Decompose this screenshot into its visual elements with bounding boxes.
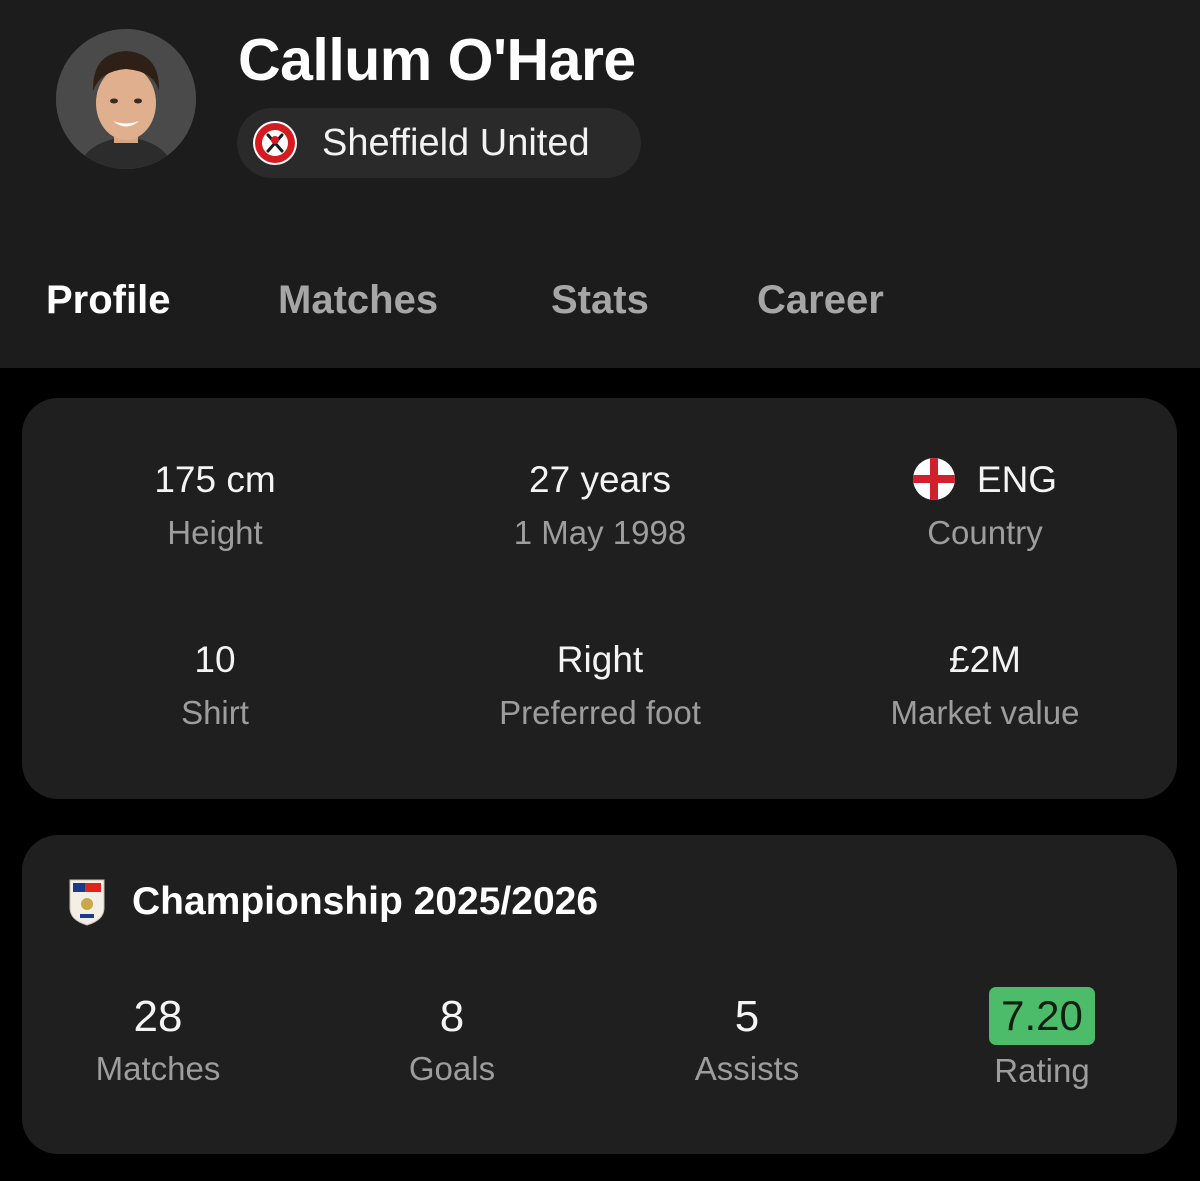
- matches-label: Matches: [95, 1050, 221, 1087]
- assists-value: 5: [734, 992, 760, 1041]
- assists-stat: 5 Assists: [617, 991, 877, 1089]
- sheffield-united-crest-icon: [253, 121, 297, 165]
- goals-value: 8: [439, 992, 465, 1041]
- tab-profile[interactable]: Profile: [46, 272, 170, 328]
- matches-stat: 28 Matches: [28, 991, 288, 1089]
- tab-bar: Profile Matches Stats Career: [0, 272, 1200, 332]
- player-header: Callum O'Hare Sheffield United Profile M…: [0, 0, 1200, 368]
- height-label: Height: [167, 514, 263, 551]
- player-info-card: 175 cm Height 27 years 1 May 1998 ENG Co…: [22, 398, 1177, 799]
- player-avatar: [56, 29, 196, 169]
- market-value-value: £2M: [949, 639, 1021, 680]
- rating-label: Rating: [994, 1052, 1090, 1089]
- age-value: 27 years: [529, 459, 671, 500]
- preferred-foot-info: Right Preferred foot: [410, 638, 790, 733]
- team-link[interactable]: Sheffield United: [237, 108, 641, 178]
- preferred-foot-value: Right: [556, 639, 644, 680]
- season-stats-card[interactable]: Championship 2025/2026 28 Matches 8 Goal…: [22, 835, 1177, 1154]
- rating-stat: 7.20 Rating: [912, 987, 1172, 1091]
- market-value-info: £2M Market value: [795, 638, 1175, 733]
- country-label: Country: [927, 514, 1043, 551]
- tab-career[interactable]: Career: [757, 272, 884, 328]
- market-value-label: Market value: [890, 694, 1080, 731]
- team-name: Sheffield United: [322, 122, 590, 164]
- efl-championship-logo-icon: [69, 879, 105, 926]
- country-value: ENG: [976, 459, 1058, 500]
- goals-label: Goals: [408, 1050, 496, 1087]
- player-name: Callum O'Hare: [238, 27, 636, 93]
- height-value: 175 cm: [154, 459, 276, 500]
- country-info[interactable]: ENG Country: [795, 458, 1175, 553]
- tab-stats[interactable]: Stats: [551, 272, 649, 328]
- shirt-label: Shirt: [181, 694, 249, 731]
- birth-date: 1 May 1998: [513, 514, 687, 551]
- preferred-foot-label: Preferred foot: [499, 694, 701, 731]
- goals-stat: 8 Goals: [322, 991, 582, 1089]
- assists-label: Assists: [694, 1050, 800, 1087]
- shirt-info: 10 Shirt: [25, 638, 405, 733]
- tab-matches[interactable]: Matches: [278, 272, 438, 328]
- rating-badge: 7.20: [989, 987, 1095, 1045]
- england-flag-icon: [912, 458, 955, 500]
- shirt-value: 10: [194, 639, 236, 680]
- season-title: Championship 2025/2026: [132, 880, 599, 923]
- matches-value: 28: [133, 992, 183, 1041]
- age-info: 27 years 1 May 1998: [410, 458, 790, 553]
- height-info: 175 cm Height: [25, 458, 405, 553]
